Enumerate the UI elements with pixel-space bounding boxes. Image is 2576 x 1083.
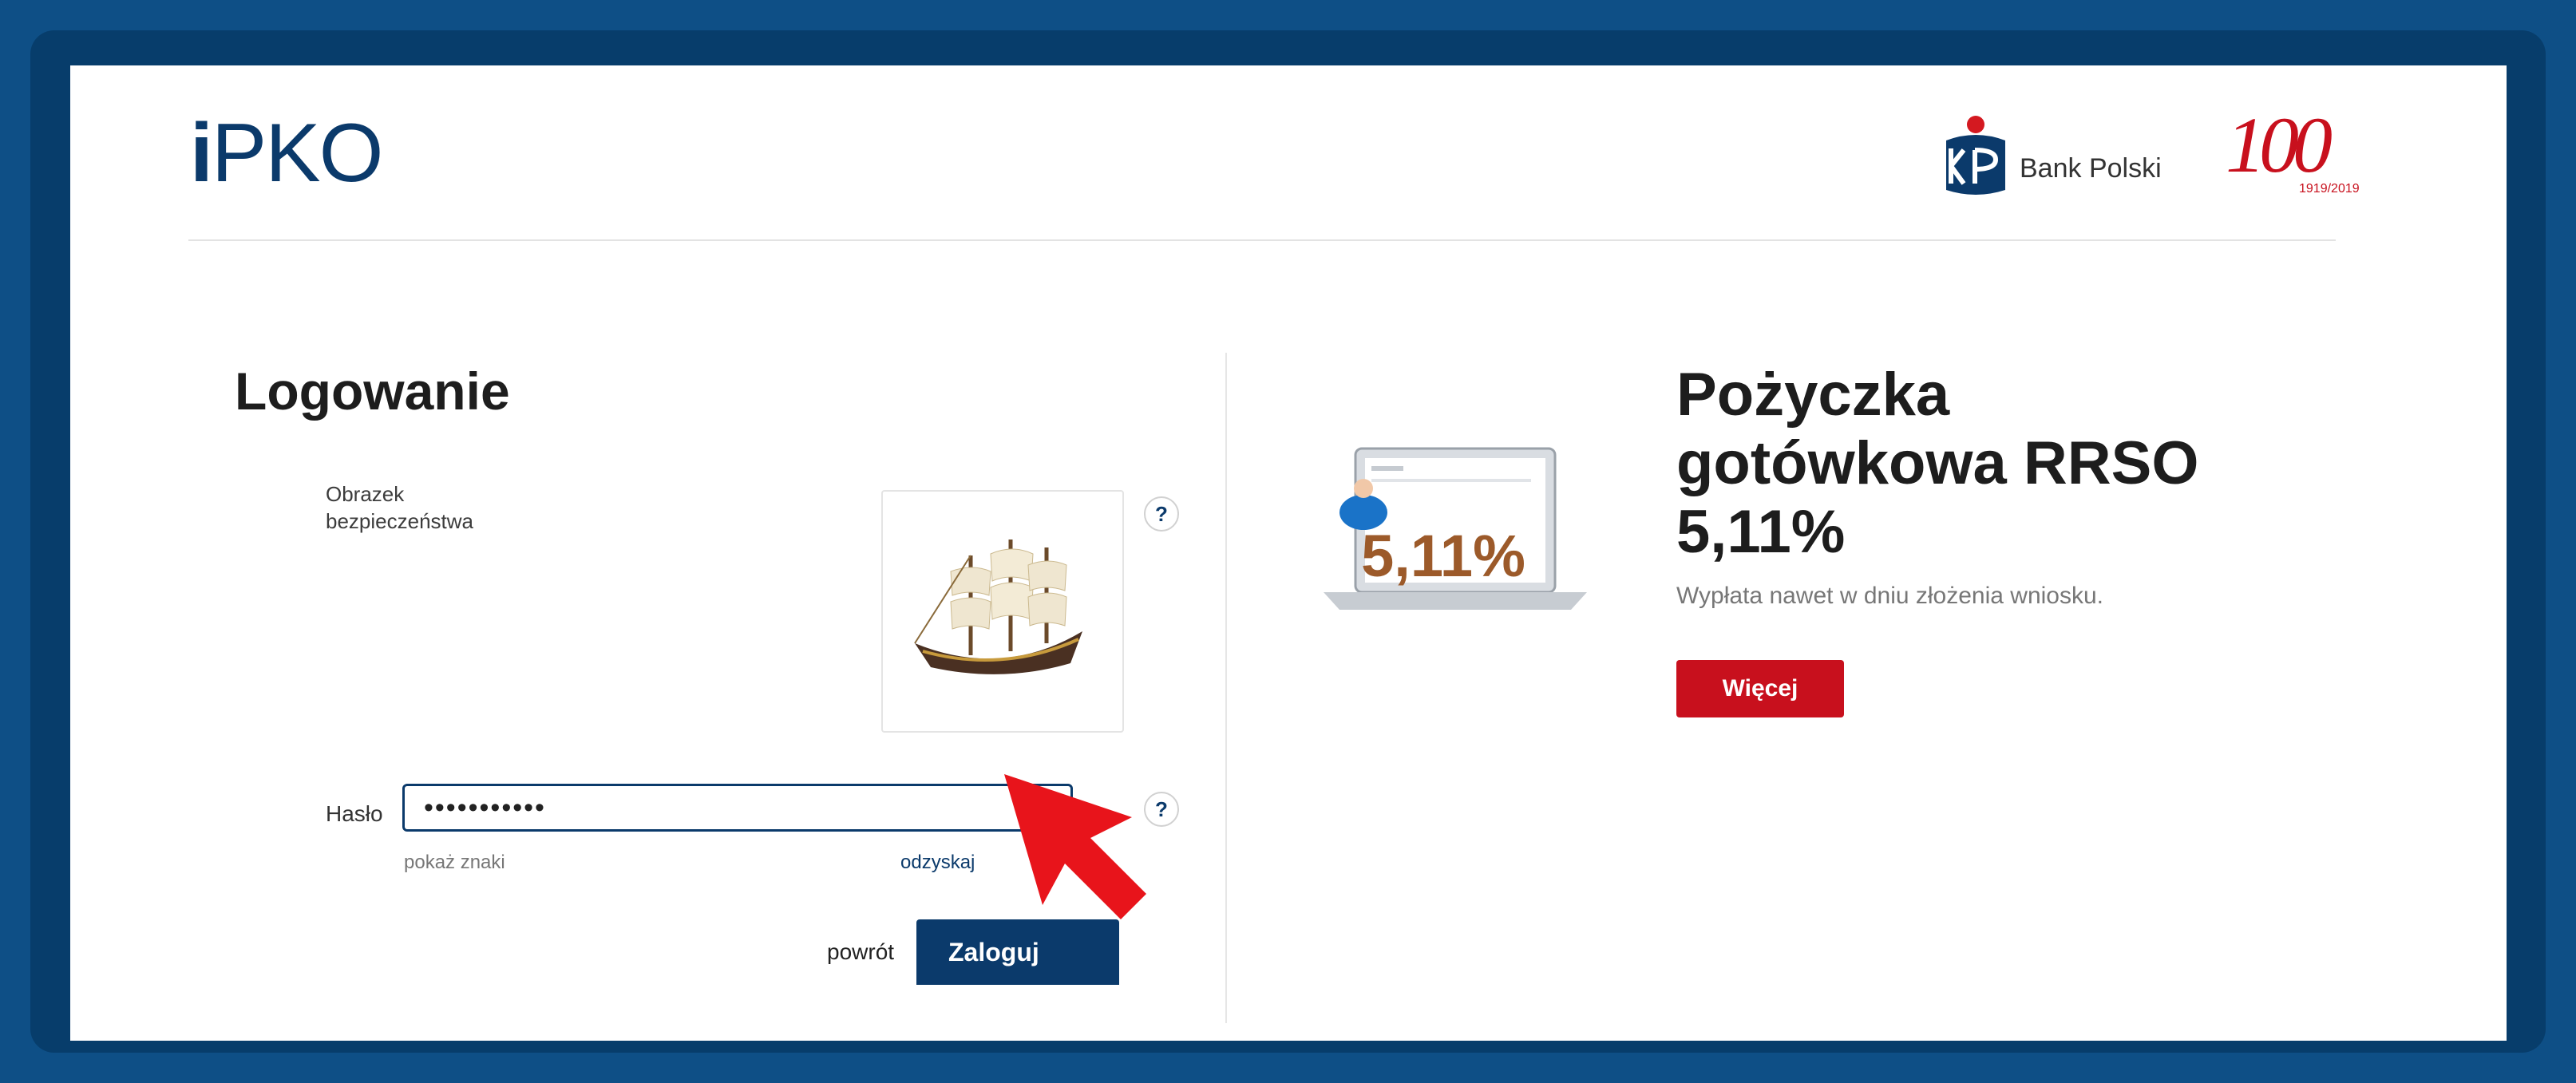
security-image bbox=[881, 490, 1124, 733]
ipko-logo-i: i bbox=[190, 107, 213, 200]
promo-title: Pożyczka gotówkowa RRSO 5,11% bbox=[1676, 361, 2315, 567]
promo-title-line1: Pożyczka bbox=[1676, 361, 1950, 429]
login-title: Logowanie bbox=[235, 362, 510, 421]
ship-icon bbox=[914, 540, 1082, 674]
promo-illustration-value: 5,11% bbox=[1361, 523, 1525, 589]
back-link[interactable]: powrót bbox=[827, 939, 894, 965]
column-divider bbox=[1225, 353, 1227, 1023]
show-characters-link[interactable]: pokaż znaki bbox=[404, 852, 505, 874]
login-page: iPKO Bank Polski 100 1919/2019 Logowanie… bbox=[70, 65, 2507, 1041]
security-image-label: Obrazek bezpieczeństwa bbox=[326, 482, 473, 533]
recover-password-link[interactable]: odzyskaj bbox=[900, 852, 975, 874]
security-image-help-icon[interactable]: ? bbox=[1144, 496, 1179, 532]
ipko-logo-text: PKO bbox=[211, 107, 384, 200]
jubilee-number: 100 bbox=[2226, 101, 2333, 189]
jubilee-years: 1919/2019 bbox=[2299, 182, 2360, 196]
jubilee-logo: 100 1919/2019 bbox=[2226, 105, 2417, 201]
promo-subtitle: Wypłata nawet w dniu złożenia wniosku. bbox=[1676, 583, 2104, 609]
more-button[interactable]: Więcej bbox=[1676, 660, 1844, 717]
promo-title-line2: gotówkowa RRSO bbox=[1676, 429, 2199, 497]
login-button[interactable]: Zaloguj bbox=[916, 919, 1119, 985]
header-divider bbox=[188, 239, 2336, 241]
password-label: Hasło bbox=[326, 801, 383, 826]
bank-name: Bank Polski bbox=[2020, 153, 2162, 184]
promo-illustration: 5,11% bbox=[1308, 433, 1603, 648]
pko-emblem-icon bbox=[1946, 116, 2005, 195]
cursor-arrow-icon bbox=[1004, 774, 1146, 919]
ipko-logo[interactable]: iPKO bbox=[190, 112, 384, 195]
password-field[interactable] bbox=[402, 784, 1073, 832]
promo-title-line3: 5,11% bbox=[1676, 498, 1846, 566]
